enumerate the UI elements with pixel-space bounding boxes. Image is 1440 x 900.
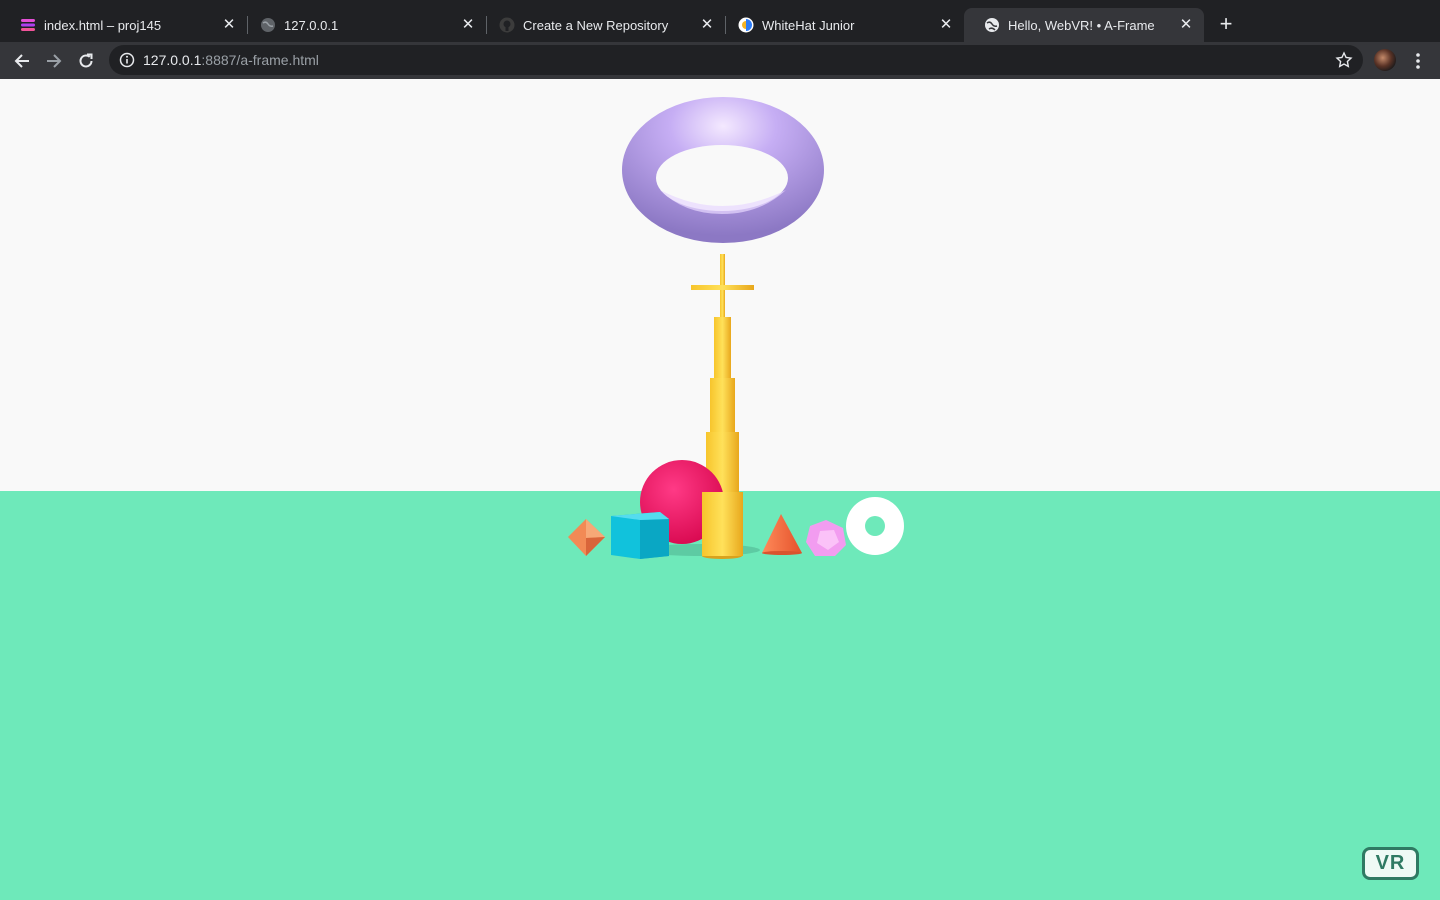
reload-button[interactable] <box>73 48 99 74</box>
bookmark-star-icon[interactable] <box>1335 51 1353 69</box>
aframe-scene[interactable] <box>0 79 1440 900</box>
tab-title: 127.0.0.1 <box>284 17 339 33</box>
tab-strip: index.html – proj145 ✕ 127.0.0.1 ✕ Creat… <box>0 0 1440 42</box>
github-icon <box>499 17 515 33</box>
torus-ring <box>622 97 824 243</box>
url-host: 127.0.0.1 <box>143 52 202 68</box>
tab-localhost[interactable]: 127.0.0.1 ✕ <box>240 8 486 42</box>
browser-toolbar: 127.0.0.1:8887/a-frame.html <box>0 42 1440 79</box>
reload-icon <box>79 53 93 68</box>
info-icon[interactable] <box>119 52 135 68</box>
close-icon[interactable]: ✕ <box>938 17 954 33</box>
address-bar[interactable]: 127.0.0.1:8887/a-frame.html <box>109 45 1363 75</box>
tab-index-html[interactable]: index.html – proj145 ✕ <box>0 8 247 42</box>
close-icon[interactable]: ✕ <box>221 17 237 33</box>
url-text: 127.0.0.1:8887/a-frame.html <box>143 52 319 68</box>
code-editor-icon <box>20 17 36 33</box>
arrow-left-icon <box>14 54 29 68</box>
tab-title: Hello, WebVR! • A-Frame <box>1008 17 1155 33</box>
tab-whitehat-junior[interactable]: WhiteHat Junior ✕ <box>718 8 964 42</box>
white-ring <box>846 497 904 555</box>
url-path: :8887/a-frame.html <box>201 52 319 68</box>
tab-github-new-repo[interactable]: Create a New Repository ✕ <box>479 8 725 42</box>
globe-icon <box>260 17 276 33</box>
arrow-right-icon <box>47 54 62 68</box>
profile-avatar[interactable] <box>1374 49 1396 71</box>
more-menu-icon[interactable] <box>1408 50 1428 72</box>
close-icon[interactable]: ✕ <box>460 17 476 33</box>
octahedron <box>568 519 605 556</box>
close-icon[interactable]: ✕ <box>699 17 715 33</box>
globe-icon <box>984 17 1000 33</box>
tab-title: index.html – proj145 <box>44 17 162 33</box>
enter-vr-button[interactable]: VR <box>1362 847 1419 880</box>
dodecahedron <box>806 520 846 556</box>
new-tab-button[interactable]: + <box>1214 13 1238 37</box>
tab-title: WhiteHat Junior <box>762 17 855 33</box>
back-button[interactable] <box>9 48 35 74</box>
tab-title: Create a New Repository <box>523 17 669 33</box>
scene-objects <box>568 97 904 559</box>
whitehat-icon <box>738 17 754 33</box>
cone <box>762 514 802 555</box>
forward-button[interactable] <box>41 48 67 74</box>
spire-base <box>702 492 743 556</box>
tab-hello-webvr[interactable]: Hello, WebVR! • A-Frame ✕ <box>964 8 1204 42</box>
close-icon[interactable]: ✕ <box>1178 17 1194 33</box>
cube <box>611 512 669 559</box>
